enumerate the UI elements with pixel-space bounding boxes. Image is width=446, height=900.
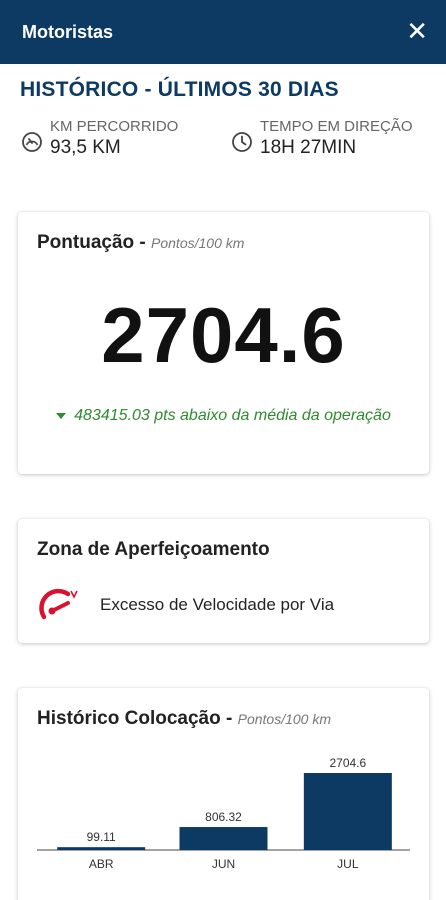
bar-value-label: 2704.6 — [329, 756, 366, 770]
x-tick-label: JUN — [212, 857, 235, 871]
bar-value-label: 99.11 — [87, 830, 116, 844]
x-tick-label: JUL — [337, 857, 359, 871]
clock-icon — [232, 132, 252, 152]
hist-unit: Pontos/100 km — [237, 711, 331, 727]
km-value: 93,5 KM — [50, 137, 121, 158]
score-value: 2704.6 — [101, 291, 346, 379]
app-header: Motoristas ✕ — [0, 0, 446, 64]
bar-value-label: 806.32 — [205, 810, 242, 824]
score-card: Pontuação - Pontos/100 km 2704.6 483415.… — [18, 212, 429, 474]
score-card-title: Pontuação - Pontos/100 km — [37, 232, 244, 254]
history-title: HISTÓRICO - ÚLTIMOS 30 DIAS — [20, 78, 339, 101]
placement-bar-chart: 99.11 ABR 806.32 JUN 2704.6 JUL — [37, 756, 410, 871]
zone-card-title: Zona de Aperfeiçoamento — [37, 539, 270, 560]
drive-time-value: 18H 27MIN — [260, 137, 357, 158]
close-icon[interactable]: ✕ — [406, 19, 428, 45]
arrow-down-icon — [56, 412, 67, 419]
hist-title-text: Histórico Colocação - — [37, 708, 233, 729]
km-label: KM PERCORRIDO — [50, 118, 179, 135]
score-unit: Pontos/100 km — [151, 235, 245, 251]
placement-history-card: Histórico Colocação - Pontos/100 km 99.1… — [18, 688, 429, 900]
km-stat: KM PERCORRIDO 93,5 KM — [20, 118, 178, 160]
zone-item-label: Excesso de Velocidade por Via — [100, 595, 335, 614]
drive-time-label: TEMPO EM DIREÇÃO — [260, 118, 413, 135]
hist-card-title: Histórico Colocação - Pontos/100 km — [37, 708, 331, 730]
bar-abr — [57, 847, 146, 850]
bar-jul — [303, 773, 392, 850]
speedometer-icon — [22, 132, 42, 152]
score-comparison: 483415.03 pts abaixo da média da operaçã… — [48, 400, 399, 431]
zone-item[interactable]: Excesso de Velocidade por Via — [38, 587, 334, 623]
x-tick-label: ABR — [89, 857, 114, 871]
speed-gauge-icon — [39, 588, 78, 620]
score-title-text: Pontuação - — [37, 232, 146, 253]
improvement-zone-card: Zona de Aperfeiçoamento Excesso de Veloc… — [18, 519, 429, 643]
header-title: Motoristas — [22, 21, 114, 42]
bar-jun — [179, 827, 268, 850]
drive-time-stat: TEMPO EM DIREÇÃO 18H 27MIN — [230, 118, 413, 160]
score-comparison-text: 483415.03 pts abaixo da média da operaçã… — [74, 407, 391, 424]
